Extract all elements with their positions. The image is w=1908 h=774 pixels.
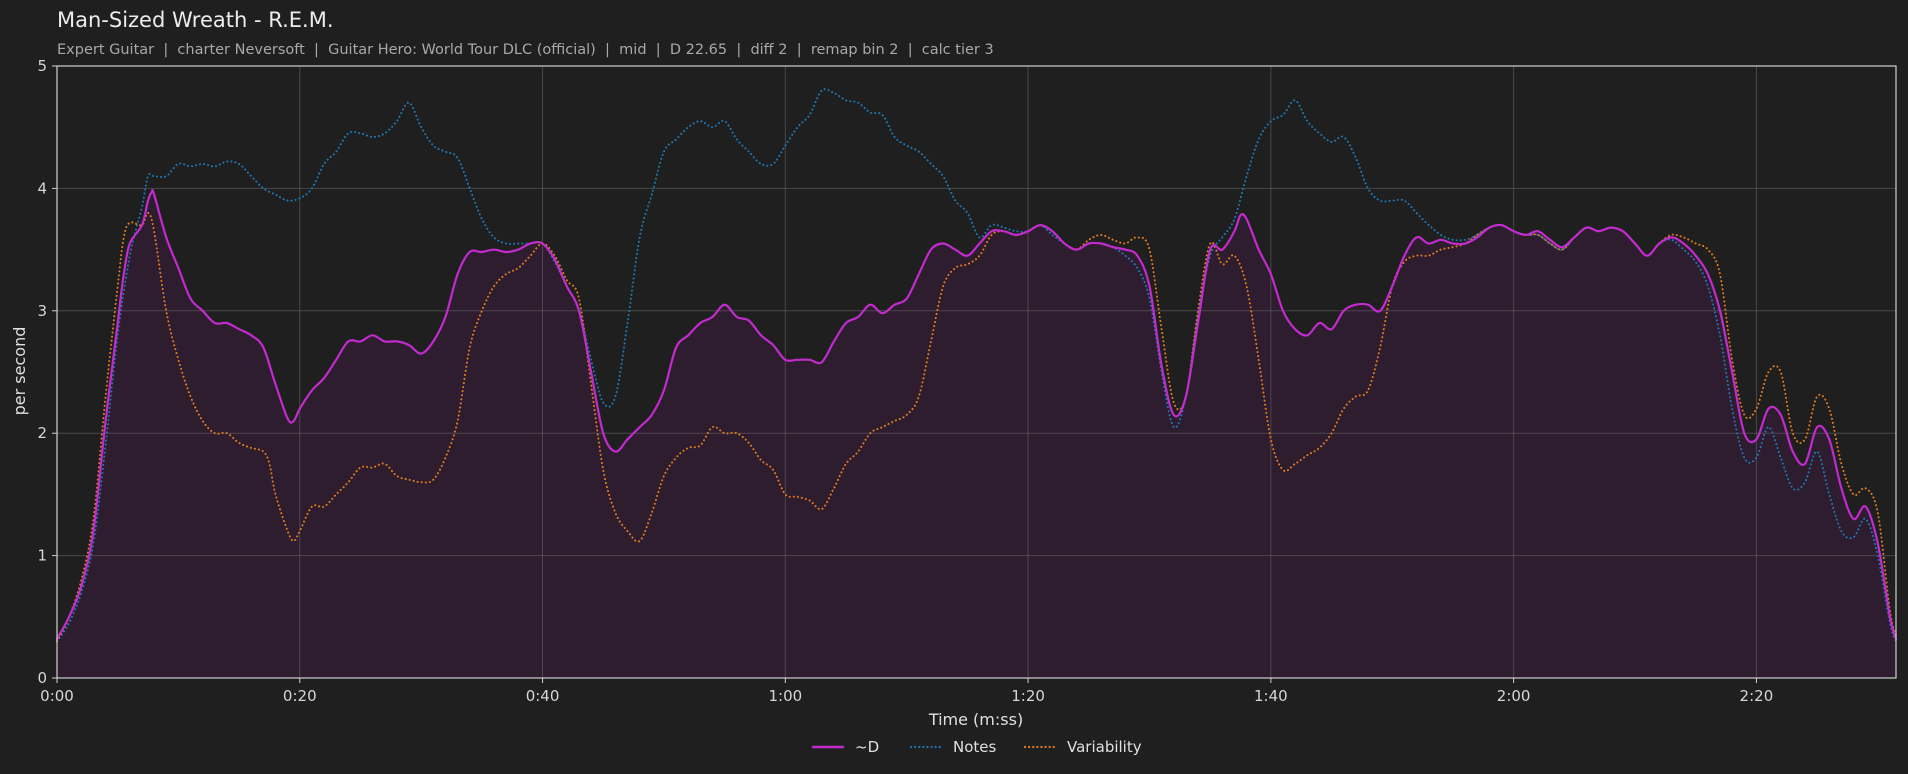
legend-label: Notes [953,738,997,756]
y-tick-label: 0 [37,669,47,687]
y-axis-label: per second [10,327,29,416]
y-tick-label: 4 [37,179,47,197]
x-tick-label: 1:20 [1011,687,1045,705]
x-tick-label: 1:40 [1254,687,1288,705]
legend-label: Variability [1067,738,1142,756]
plot-area: 0:00 0:20 0:40 1:00 1:20 1:40 2:00 2:20 0 1 2 3 4 5 [37,57,1898,705]
x-tick-label: 2:00 [1497,687,1531,705]
y-tick-label: 3 [37,302,47,320]
x-tick-label: 0:40 [526,687,560,705]
legend-label: ~D [855,738,879,756]
x-tick-label: 1:00 [768,687,802,705]
chart-title: Man-Sized Wreath - R.E.M. [57,8,334,32]
chart: Man-Sized Wreath - R.E.M. Expert Guitar … [10,8,1898,756]
x-axis-label: Time (m:ss) [928,710,1023,729]
x-tick-label: 0:00 [40,687,74,705]
x-tick-label: 2:20 [1740,687,1774,705]
chart-subtitle: Expert Guitar | charter Neversoft | Guit… [57,42,994,58]
y-tick-label: 2 [37,424,47,442]
y-tick-label: 1 [37,547,47,565]
legend: ~D Notes Variability [811,738,1142,756]
y-tick-label: 5 [37,57,47,75]
x-tick-label: 0:20 [283,687,317,705]
